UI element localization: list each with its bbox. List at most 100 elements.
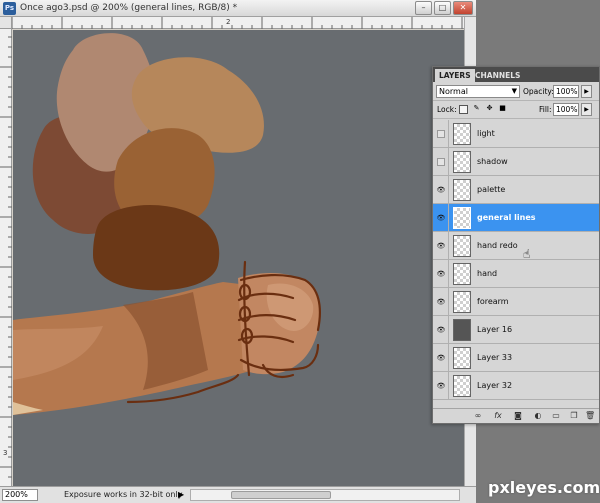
ruler-origin[interactable]	[0, 17, 12, 29]
layer-row[interactable]: 👁 Layer 16	[433, 316, 599, 344]
layer-list[interactable]: light shadow 👁 palette 👁 general lines 👁 hand r…	[433, 120, 599, 408]
layer-name: Layer 33	[477, 353, 513, 362]
blend-row: Normal ▼ Opacity: 100% ▶	[433, 83, 599, 101]
pointer-cursor-icon: ☝	[523, 247, 531, 261]
horizontal-scrollbar[interactable]	[190, 489, 460, 501]
layer-row[interactable]: 👁 Layer 32	[433, 372, 599, 400]
ruler-ticks-left	[0, 17, 12, 478]
lock-position-move-icon[interactable]: ✥	[485, 105, 494, 114]
lock-image-brush-icon[interactable]: ✎	[472, 105, 481, 114]
visibility-toggle[interactable]: 👁	[433, 288, 449, 316]
layer-name: forearm	[477, 297, 509, 306]
trash-icon[interactable]: 🗑	[585, 411, 595, 421]
document-window: Ps Once ago3.psd @ 200% (general lines, …	[0, 0, 476, 503]
visibility-toggle[interactable]: 👁	[433, 344, 449, 372]
lock-transparency-icon[interactable]	[459, 105, 468, 114]
visibility-toggle[interactable]: 👁	[433, 316, 449, 344]
blend-mode-value: Normal	[439, 87, 468, 96]
layer-name: palette	[477, 185, 506, 194]
eye-icon: 👁	[436, 214, 446, 222]
fill-input[interactable]: 100%	[553, 103, 579, 116]
tab-channels[interactable]: CHANNELS	[471, 69, 524, 82]
visibility-toggle[interactable]: 👁	[433, 176, 449, 204]
layer-name: hand redo	[477, 241, 518, 250]
eye-icon: 👁	[436, 270, 446, 278]
document-title: Once ago3.psd @ 200% (general lines, RGB…	[20, 3, 238, 13]
layer-thumbnail[interactable]	[453, 319, 471, 341]
layer-thumbnail[interactable]	[453, 151, 471, 173]
visibility-toggle[interactable]: 👁	[433, 372, 449, 400]
layers-panel-footer: ∞ fx ◙ ◐ ▭ ❐ 🗑	[433, 408, 599, 423]
visibility-off-box	[437, 130, 445, 138]
visibility-toggle[interactable]: 👁	[433, 260, 449, 288]
adjustment-icon[interactable]: ◐	[533, 411, 543, 421]
watermark: pxleyes.com	[488, 478, 600, 497]
layer-row[interactable]: 👁 palette	[433, 176, 599, 204]
visibility-off-box	[437, 158, 445, 166]
horizontal-scroll-thumb[interactable]	[231, 491, 331, 499]
eye-icon: 👁	[436, 326, 446, 334]
layer-thumbnail[interactable]	[453, 347, 471, 369]
tab-layers[interactable]: LAYERS	[435, 69, 475, 82]
visibility-toggle[interactable]	[433, 120, 449, 148]
eye-icon: 👁	[436, 354, 446, 362]
status-menu-arrow-icon[interactable]: ▶	[178, 490, 184, 499]
visibility-toggle[interactable]: 👁	[433, 204, 449, 232]
layer-name: Layer 32	[477, 381, 513, 390]
layer-row[interactable]: 👁 Layer 33	[433, 344, 599, 372]
chevron-down-icon: ▼	[511, 87, 517, 95]
document-titlebar[interactable]: Ps Once ago3.psd @ 200% (general lines, …	[0, 0, 476, 17]
new-layer-icon[interactable]: ❐	[569, 411, 579, 421]
document-canvas[interactable]	[13, 30, 464, 486]
minimize-button[interactable]: –	[415, 1, 432, 15]
restore-button[interactable]: □	[434, 1, 451, 15]
palette-swatch-5	[93, 205, 220, 291]
ruler-ticks-top	[12, 17, 463, 29]
opacity-slider-toggle-icon[interactable]: ▶	[581, 85, 592, 98]
fill-slider-toggle-icon[interactable]: ▶	[581, 103, 592, 116]
fx-icon[interactable]: fx	[493, 411, 503, 421]
layer-name: shadow	[477, 157, 508, 166]
layer-row[interactable]: 👁 forearm	[433, 288, 599, 316]
layer-thumbnail[interactable]	[453, 375, 471, 397]
close-button[interactable]: ✕	[453, 1, 473, 15]
layer-name: general lines	[477, 213, 536, 222]
layer-row[interactable]: 👁 general lines	[433, 204, 599, 232]
window-controls: – □ ✕	[415, 1, 473, 15]
layer-name: light	[477, 129, 495, 138]
layers-panel: LAYERS CHANNELS Normal ▼ Opacity: 100% ▶…	[432, 66, 600, 424]
group-icon[interactable]: ▭	[551, 411, 561, 421]
layer-thumbnail[interactable]	[453, 235, 471, 257]
opacity-label: Opacity:	[523, 87, 554, 96]
visibility-toggle[interactable]	[433, 148, 449, 176]
layer-thumbnail[interactable]	[453, 291, 471, 313]
layer-thumbnail[interactable]	[453, 123, 471, 145]
layer-thumbnail[interactable]	[453, 179, 471, 201]
panel-tab-bar: LAYERS CHANNELS	[433, 67, 599, 82]
link-icon[interactable]: ∞	[473, 411, 483, 421]
layer-row[interactable]: 👁 hand redo	[433, 232, 599, 260]
layer-name: hand	[477, 269, 498, 278]
layer-thumbnail[interactable]	[453, 263, 471, 285]
visibility-toggle[interactable]: 👁	[433, 232, 449, 260]
fill-label: Fill:	[539, 105, 552, 114]
blend-mode-select[interactable]: Normal ▼	[436, 85, 520, 98]
layer-row[interactable]: 👁 hand	[433, 260, 599, 288]
layer-thumbnail[interactable]	[453, 207, 471, 229]
status-bar: 200% Exposure works in 32-bit only ▶	[0, 486, 476, 503]
eye-icon: 👁	[436, 242, 446, 250]
opacity-input[interactable]: 100%	[553, 85, 579, 98]
lock-all-padlock-icon[interactable]: ■	[498, 105, 507, 114]
zoom-level-field[interactable]: 200%	[2, 489, 38, 501]
ruler-horizontal[interactable]: 2	[12, 17, 464, 29]
layer-name: Layer 16	[477, 325, 513, 334]
layer-row[interactable]: light	[433, 120, 599, 148]
artwork	[13, 33, 322, 415]
photoshop-icon: Ps	[3, 2, 16, 15]
mask-icon[interactable]: ◙	[513, 411, 523, 421]
ruler-vertical[interactable]: 3	[0, 17, 12, 486]
layer-row[interactable]: shadow	[433, 148, 599, 176]
eye-icon: 👁	[436, 298, 446, 306]
lock-label: Lock:	[437, 105, 457, 114]
status-message: Exposure works in 32-bit only	[64, 490, 183, 499]
